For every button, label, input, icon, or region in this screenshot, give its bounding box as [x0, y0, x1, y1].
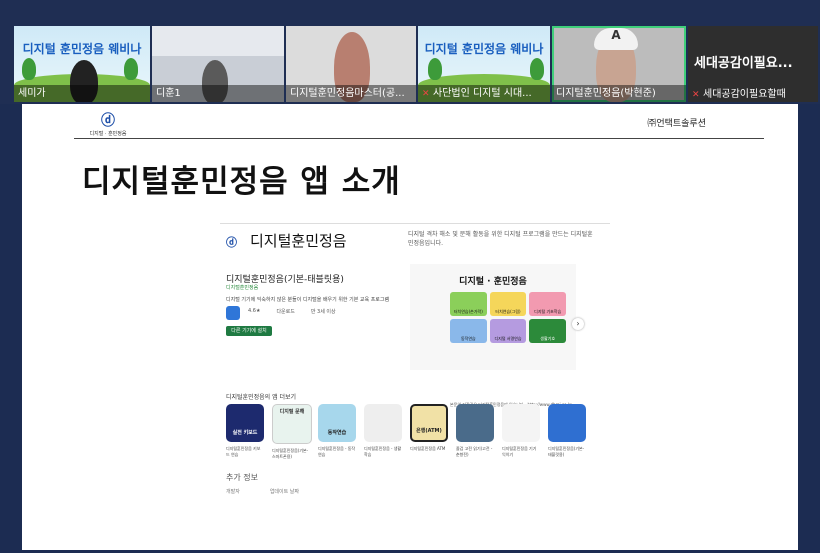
participant-strip: 디지털 훈민정음 웨비나 세미가 디훈1 디지털훈민정음마스터(공... 디지털… [0, 0, 820, 104]
info-row: 개발자 업데이트 날짜 [226, 488, 299, 495]
more-info-heading: 추가 정보 [226, 473, 258, 482]
preview-cell: 터치연습(손가락) [450, 292, 487, 316]
app-card-caption: 디지털훈민정음 - 생활학습 [364, 446, 402, 457]
app-icon [226, 306, 240, 320]
participant-tile[interactable]: 세대공감이필요... ✕ 세대공감이필요할때 [688, 26, 818, 102]
app-logo-icon: ⓓ [226, 236, 237, 249]
stat-age: 만 3세 이상 [310, 309, 336, 315]
participant-tile-active-speaker[interactable]: A 디지털훈민정음(박현준) [552, 26, 686, 102]
preview-title: 디지털 · 훈민정음 [459, 277, 527, 287]
app-card: 디지털훈민정음(기본-태블릿용) [548, 404, 586, 460]
app-developer: 디지털훈민정음 [226, 285, 259, 291]
info-updated: 업데이트 날짜 [269, 489, 300, 495]
company-name: ㈜언택트솔루션 [647, 119, 706, 129]
more-apps-list: 실전 키보드디지털훈민정음 키보드 연습 디지털 문해디지털훈민정음(기본-스마… [226, 404, 586, 460]
app-card-icon: 동작연습 [318, 404, 356, 442]
app-card-caption: 디지털훈민정음 ATM [410, 446, 446, 451]
participant-tile[interactable]: 디훈1 [152, 26, 284, 102]
participant-name: 디훈1 [152, 85, 284, 102]
app-card-icon [502, 404, 540, 442]
app-card: 디지털훈민정음 기기익히기 [502, 404, 540, 460]
participant-name: ✕ 사단법인 디지털 시대... [418, 85, 550, 102]
participant-name-text: 사단법인 디지털 시대... [433, 88, 532, 99]
preview-cell: 디지털 서명연습 [489, 319, 527, 343]
banner-title: 디지털 훈민정음 웨비나 [424, 42, 544, 56]
banner-title: 디지털 훈민정음 웨비나 [22, 42, 142, 56]
preview-cell: 터치연습(그림) [489, 292, 527, 316]
app-card-icon [548, 404, 586, 442]
app-card-caption: 디지털훈민정음(기본-태블릿용) [548, 446, 585, 457]
hunminjeongeum-logo-icon: ⓓ [101, 113, 115, 129]
participant-tile[interactable]: 디지털 훈민정음 웨비나 세미가 [14, 26, 150, 102]
preview-menu-grid: 터치연습(손가락) 터치연습(그림) 디지털 기초학습 동작연습 디지털 서명연… [450, 292, 566, 343]
app-card: 디지털 문해디지털훈민정음(기본-스마트폰용) [272, 404, 312, 460]
install-button: 다른 기기에 설치 [226, 326, 272, 336]
chevron-right-icon: › [572, 318, 584, 330]
screenshot-divider [220, 223, 610, 224]
app-subtitle: 디지털 기기에 익숙하지 않은 분들이 디지털을 배우기 위한 기본 교육 프로… [226, 297, 390, 303]
participant-display-name: 세대공감이필요... [694, 56, 793, 71]
info-developer: 개발자 [226, 489, 240, 495]
app-card-icon [456, 404, 494, 442]
app-card-caption: 디지털훈민정음 키보드 연습 [226, 446, 261, 457]
brand-logo: ⓓ 디지털 · 훈민정음 [88, 110, 128, 137]
preview-cell: 동작연습 [450, 319, 487, 343]
participant-name: ✕ 세대공감이필요할때 [692, 85, 786, 100]
play-store-screenshot: ⓓ 디지털훈민정음 디지털 격차 해소 및 문해 활동을 위한 디지털 프로그램을… [220, 222, 616, 548]
shared-slide: ⓓ 디지털 · 훈민정음 ㈜언택트솔루션 디지털훈민정음 앱 소개 ⓓ 디지털훈민… [22, 104, 798, 550]
store-description: 디지털 격차 해소 및 문해 활동을 위한 디지털 프로그램을 만드는 디지털훈… [408, 231, 593, 247]
app-card-icon [364, 404, 402, 442]
mic-muted-icon: ✕ [692, 90, 700, 100]
preview-cell: 디지털 기초학습 [529, 292, 566, 316]
app-card-caption: 디지털훈민정음 기기익히기 [502, 446, 537, 457]
store-header-text: 디지털훈민정음 [250, 232, 347, 250]
participant-name: 세미가 [14, 85, 150, 102]
app-preview-image: 디지털 · 훈민정음 터치연습(손가락) 터치연습(그림) 디지털 기초학습 동… [410, 264, 576, 407]
logo-caption: 디지털 · 훈민정음 [89, 131, 127, 137]
app-card-caption: 디지털훈민정음 - 동작연습 [318, 446, 356, 457]
app-card-caption: 디지털훈민정음(기본-스마트폰용) [272, 448, 309, 459]
stat-downloads: 다운로드 [276, 309, 295, 315]
more-apps-heading: 디지털훈민정음의 앱 더보기 [226, 394, 297, 401]
participant-name: 디지털훈민정음(박현준) [552, 85, 686, 102]
mic-muted-icon: ✕ [422, 89, 430, 99]
app-card: 은행(ATM) 디지털훈민정음 ATM [410, 404, 448, 460]
app-stats: 4.6★ 다운로드 만 3세 이상 [248, 308, 336, 315]
participant-name: 디지털훈민정음마스터(공... [286, 85, 416, 102]
app-card: 실전 키보드디지털훈민정음 키보드 연습 [226, 404, 264, 460]
app-card: 즐겁 고전 읽기(고전 - 춘향전) [456, 404, 494, 460]
preview-cell: 생활기호 [529, 319, 566, 343]
app-card-icon: 은행(ATM) [410, 404, 448, 442]
app-card-caption: 즐겁 고전 읽기(고전 - 춘향전) [456, 446, 493, 457]
participant-name-text: 세대공감이필요할때 [703, 89, 786, 100]
slide-title: 디지털훈민정음 앱 소개 [82, 164, 401, 200]
participant-tile[interactable]: 디지털훈민정음마스터(공... [286, 26, 416, 102]
app-card: 디지털훈민정음 - 생활학습 [364, 404, 402, 460]
participant-tile[interactable]: 디지털 훈민정음 웨비나 ✕ 사단법인 디지털 시대... [418, 26, 550, 102]
app-card-icon: 디지털 문해 [272, 404, 312, 444]
app-card: 동작연습디지털훈민정음 - 동작연습 [318, 404, 356, 460]
header-divider [74, 138, 764, 139]
app-card-icon: 실전 키보드 [226, 404, 264, 442]
store-header: ⓓ 디지털훈민정음 [226, 230, 347, 251]
stat-rating: 4.6★ [248, 308, 261, 314]
